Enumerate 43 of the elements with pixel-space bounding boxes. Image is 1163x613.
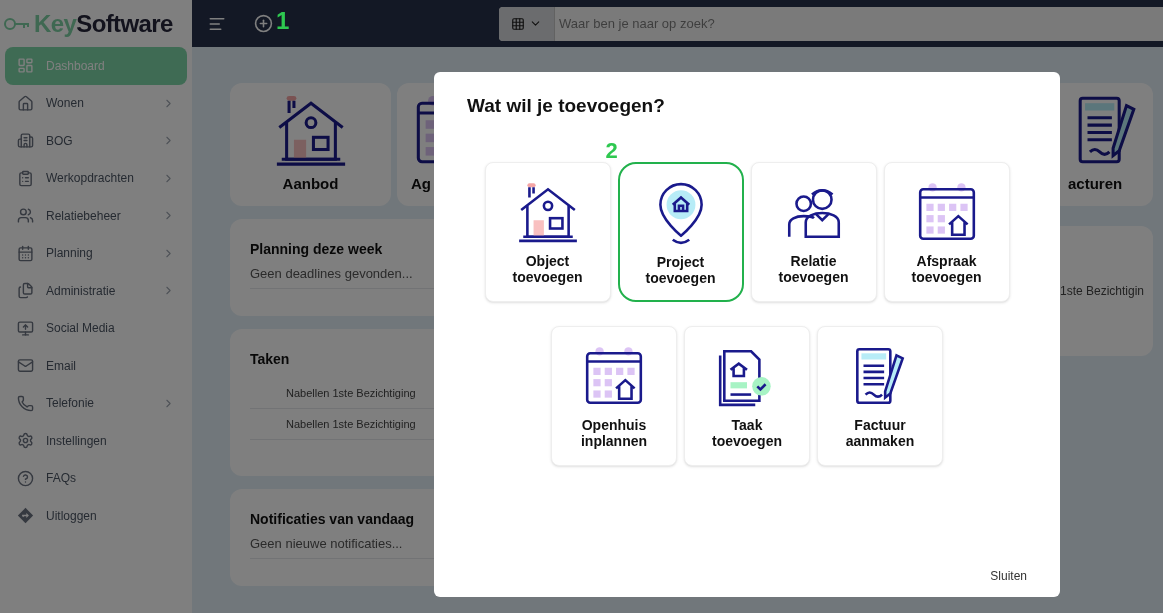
annotation-number: 2 <box>605 139 618 162</box>
documents-icon <box>17 282 34 300</box>
sidebar-item[interactable]: Werkopdrachten <box>5 159 187 197</box>
dialog-title: Wat wil je toevoegen? <box>467 94 666 118</box>
screen-icon <box>17 319 34 337</box>
option-tile[interactable]: Project toevoegen <box>617 161 744 302</box>
calendar-icon <box>17 244 34 262</box>
option-tile[interactable]: Taak toevoegen <box>684 325 810 466</box>
sidebar-item[interactable]: BOG <box>5 122 187 160</box>
key-logo-icon <box>4 16 30 31</box>
mail-icon <box>17 357 34 375</box>
building-icon <box>17 132 34 150</box>
sidebar-item[interactable]: Instellingen <box>5 422 187 460</box>
grid-dropdown[interactable] <box>499 6 555 41</box>
sidebar-item[interactable]: Relatiebeheer <box>5 197 187 235</box>
phone-icon <box>17 394 34 412</box>
sidebar-item[interactable]: Social Media <box>5 309 187 347</box>
sidebar-item[interactable]: Planning <box>5 234 187 272</box>
grid-icon <box>511 16 525 31</box>
dashboard-icon <box>17 57 34 75</box>
sidebar-item[interactable]: Telefonie <box>5 384 187 422</box>
logo-text: KeySoftware <box>34 8 173 39</box>
sidebar-item[interactable]: Administratie <box>5 272 187 310</box>
option-tile[interactable]: Object toevoegen <box>484 161 611 302</box>
option-tile[interactable]: Openhuis inplannen <box>551 325 677 466</box>
option-tile[interactable]: Afspraak toevoegen <box>883 161 1010 302</box>
sidebar-item[interactable]: Email <box>5 347 187 385</box>
annotation-number: 1 <box>276 6 290 36</box>
sidebar-item[interactable]: FAQs <box>5 459 187 497</box>
gear-icon <box>17 432 34 450</box>
sidebar-item[interactable]: Wonen <box>5 84 187 122</box>
home-icon <box>17 94 34 112</box>
search-field[interactable]: Waar ben je naar op zoek? <box>555 6 1163 41</box>
close-button[interactable]: Sluiten <box>990 567 1027 585</box>
help-icon <box>17 469 34 487</box>
clipboard-icon <box>17 169 34 187</box>
option-tile[interactable]: Factuur aanmaken <box>817 325 943 466</box>
tile-card[interactable]: Aanbod <box>230 83 391 206</box>
sidebar-item[interactable]: Uitloggen <box>5 497 187 535</box>
exit-icon <box>17 507 34 525</box>
people-icon <box>17 207 34 225</box>
add-icon[interactable] <box>254 14 273 33</box>
option-tile[interactable]: Relatie toevoegen <box>750 161 877 302</box>
